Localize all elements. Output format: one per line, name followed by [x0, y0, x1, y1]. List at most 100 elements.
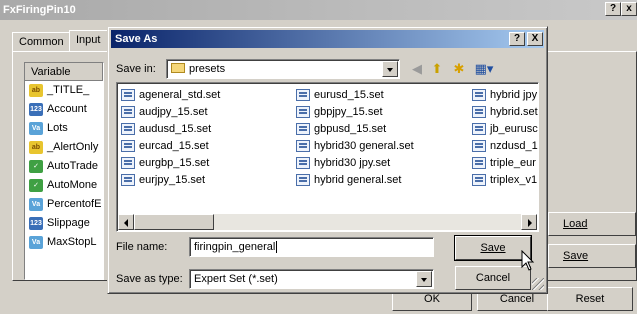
variable-row[interactable]: Va Lots: [25, 119, 103, 138]
variable-name: Account: [47, 103, 87, 115]
variable-name: MaxStopL: [47, 236, 97, 248]
dialog-close-button[interactable]: X: [527, 32, 543, 46]
variable-row[interactable]: ab _TITLE_: [25, 81, 103, 100]
variable-row[interactable]: ✓ AutoMone: [25, 176, 103, 195]
tab-common-label: Common: [19, 36, 64, 48]
file-name: hybrid general.set: [314, 174, 402, 186]
file-item[interactable]: hybrid jpy: [472, 87, 537, 103]
string-type-icon: ab: [29, 83, 43, 97]
file-item[interactable]: hybrid general.set: [296, 172, 401, 188]
set-file-icon: [472, 140, 486, 152]
file-name: triple_eur: [490, 157, 536, 169]
save-in-value: presets: [189, 63, 226, 75]
file-item[interactable]: eurcad_15.set: [121, 138, 209, 154]
variable-row[interactable]: 123 Account: [25, 100, 103, 119]
integer-type-icon: 123: [29, 102, 43, 116]
string-type-icon: ab: [29, 140, 43, 154]
save-in-dropdown[interactable]: presets: [166, 59, 400, 79]
up-folder-icon[interactable]: ⬆: [428, 60, 446, 78]
save-as-type-value: Expert Set (*.set): [194, 273, 278, 285]
file-item[interactable]: eurjpy_15.set: [121, 172, 205, 188]
tab-common[interactable]: Common: [12, 32, 70, 52]
file-item[interactable]: hybrid.set: [472, 104, 538, 120]
variable-name: AutoMone: [47, 179, 98, 191]
back-icon[interactable]: ◀: [408, 60, 426, 78]
set-file-icon: [296, 140, 310, 152]
set-file-icon: [296, 89, 310, 101]
save-in-label: Save in:: [116, 63, 156, 75]
variable-name: _TITLE_: [47, 84, 90, 96]
file-name: eurusd_15.set: [314, 89, 384, 101]
file-name: nzdusd_1: [490, 140, 538, 152]
file-item[interactable]: audjpy_15.set: [121, 104, 208, 120]
scroll-right-arrow-icon[interactable]: [521, 214, 537, 230]
variable-column-header[interactable]: Variable: [25, 63, 103, 81]
file-item[interactable]: ageneral_std.set: [121, 87, 220, 103]
load-button-label: Load: [563, 218, 588, 230]
scroll-thumb[interactable]: [134, 214, 214, 230]
new-folder-icon[interactable]: ✱: [450, 60, 468, 78]
set-file-icon: [121, 106, 135, 118]
horizontal-scrollbar[interactable]: [118, 214, 537, 230]
file-name: eurgbp_15.set: [139, 157, 210, 169]
file-list[interactable]: ageneral_std.set audjpy_15.set audusd_15…: [116, 82, 539, 232]
file-item[interactable]: gbpusd_15.set: [296, 121, 386, 137]
file-name-label: File name:: [116, 241, 168, 253]
file-item[interactable]: triplex_v1: [472, 172, 537, 188]
set-file-icon: [121, 123, 135, 135]
save-as-type-dropdown[interactable]: Expert Set (*.set): [189, 269, 434, 289]
variable-row[interactable]: Va PercentofE: [25, 195, 103, 214]
mouse-pointer-icon: [521, 250, 535, 271]
file-item[interactable]: gbpjpy_15.set: [296, 104, 383, 120]
dialog-title: Save As: [115, 33, 158, 45]
chevron-down-icon[interactable]: [382, 61, 398, 77]
file-item[interactable]: nzdusd_1: [472, 138, 538, 154]
file-name: ageneral_std.set: [139, 89, 221, 101]
resize-grip-icon[interactable]: [532, 278, 544, 290]
reset-button[interactable]: Reset: [547, 287, 633, 311]
scroll-left-arrow-icon[interactable]: [118, 214, 134, 230]
bool-type-icon: ✓: [29, 159, 43, 173]
chevron-down-icon[interactable]: [416, 271, 432, 287]
set-file-icon: [296, 106, 310, 118]
text-caret: [276, 241, 278, 253]
variable-row[interactable]: 123 Slippage: [25, 214, 103, 233]
set-file-icon: [472, 106, 486, 118]
load-button[interactable]: Load: [548, 212, 636, 236]
file-item[interactable]: jb_eurusc: [472, 121, 538, 137]
bool-type-icon: ✓: [29, 178, 43, 192]
tab-inputs-label: Input: [76, 34, 101, 46]
file-item[interactable]: eurgbp_15.set: [121, 155, 209, 171]
variable-row[interactable]: ab _AlertOnly: [25, 138, 103, 157]
file-name: hybrid jpy: [490, 89, 538, 101]
integer-type-icon: 123: [29, 216, 43, 230]
cancel-button[interactable]: Cancel: [455, 266, 531, 290]
variables-list[interactable]: Variable ab _TITLE_ 123 Account Va Lots ab _…: [24, 62, 104, 280]
outer-save-button[interactable]: Save: [548, 244, 636, 268]
file-name: eurcad_15.set: [139, 140, 209, 152]
variable-row[interactable]: Va MaxStopL: [25, 233, 103, 252]
double-type-icon: Va: [29, 197, 43, 211]
set-file-icon: [296, 157, 310, 169]
save-as-dialog: Save As ? X Save in: presets ◀ ⬆ ✱ ▦▾ ag…: [107, 26, 548, 294]
file-name: hybrid.set: [490, 106, 538, 118]
file-name: audusd_15.set: [139, 123, 212, 135]
variable-name: AutoTrade: [47, 160, 98, 172]
file-item[interactable]: hybrid30 jpy.set: [296, 155, 390, 171]
file-item[interactable]: audusd_15.set: [121, 121, 211, 137]
file-item[interactable]: hybrid30 general.set: [296, 138, 414, 154]
variable-row[interactable]: ✓ AutoTrade: [25, 157, 103, 176]
dialog-help-button[interactable]: ?: [509, 32, 525, 46]
view-menu-icon[interactable]: ▦▾: [472, 60, 496, 78]
file-name-input[interactable]: firingpin_general: [189, 237, 434, 257]
set-file-icon: [472, 89, 486, 101]
file-item[interactable]: triple_eur: [472, 155, 536, 171]
save-button[interactable]: Save: [454, 235, 532, 261]
outer-close-button[interactable]: x: [621, 2, 637, 16]
file-name: eurjpy_15.set: [139, 174, 206, 186]
variable-name: PercentofE: [47, 198, 102, 210]
file-item[interactable]: eurusd_15.set: [296, 87, 384, 103]
outer-help-button[interactable]: ?: [605, 2, 621, 16]
outer-save-button-label: Save: [563, 250, 589, 262]
tab-inputs[interactable]: Input: [69, 30, 109, 52]
